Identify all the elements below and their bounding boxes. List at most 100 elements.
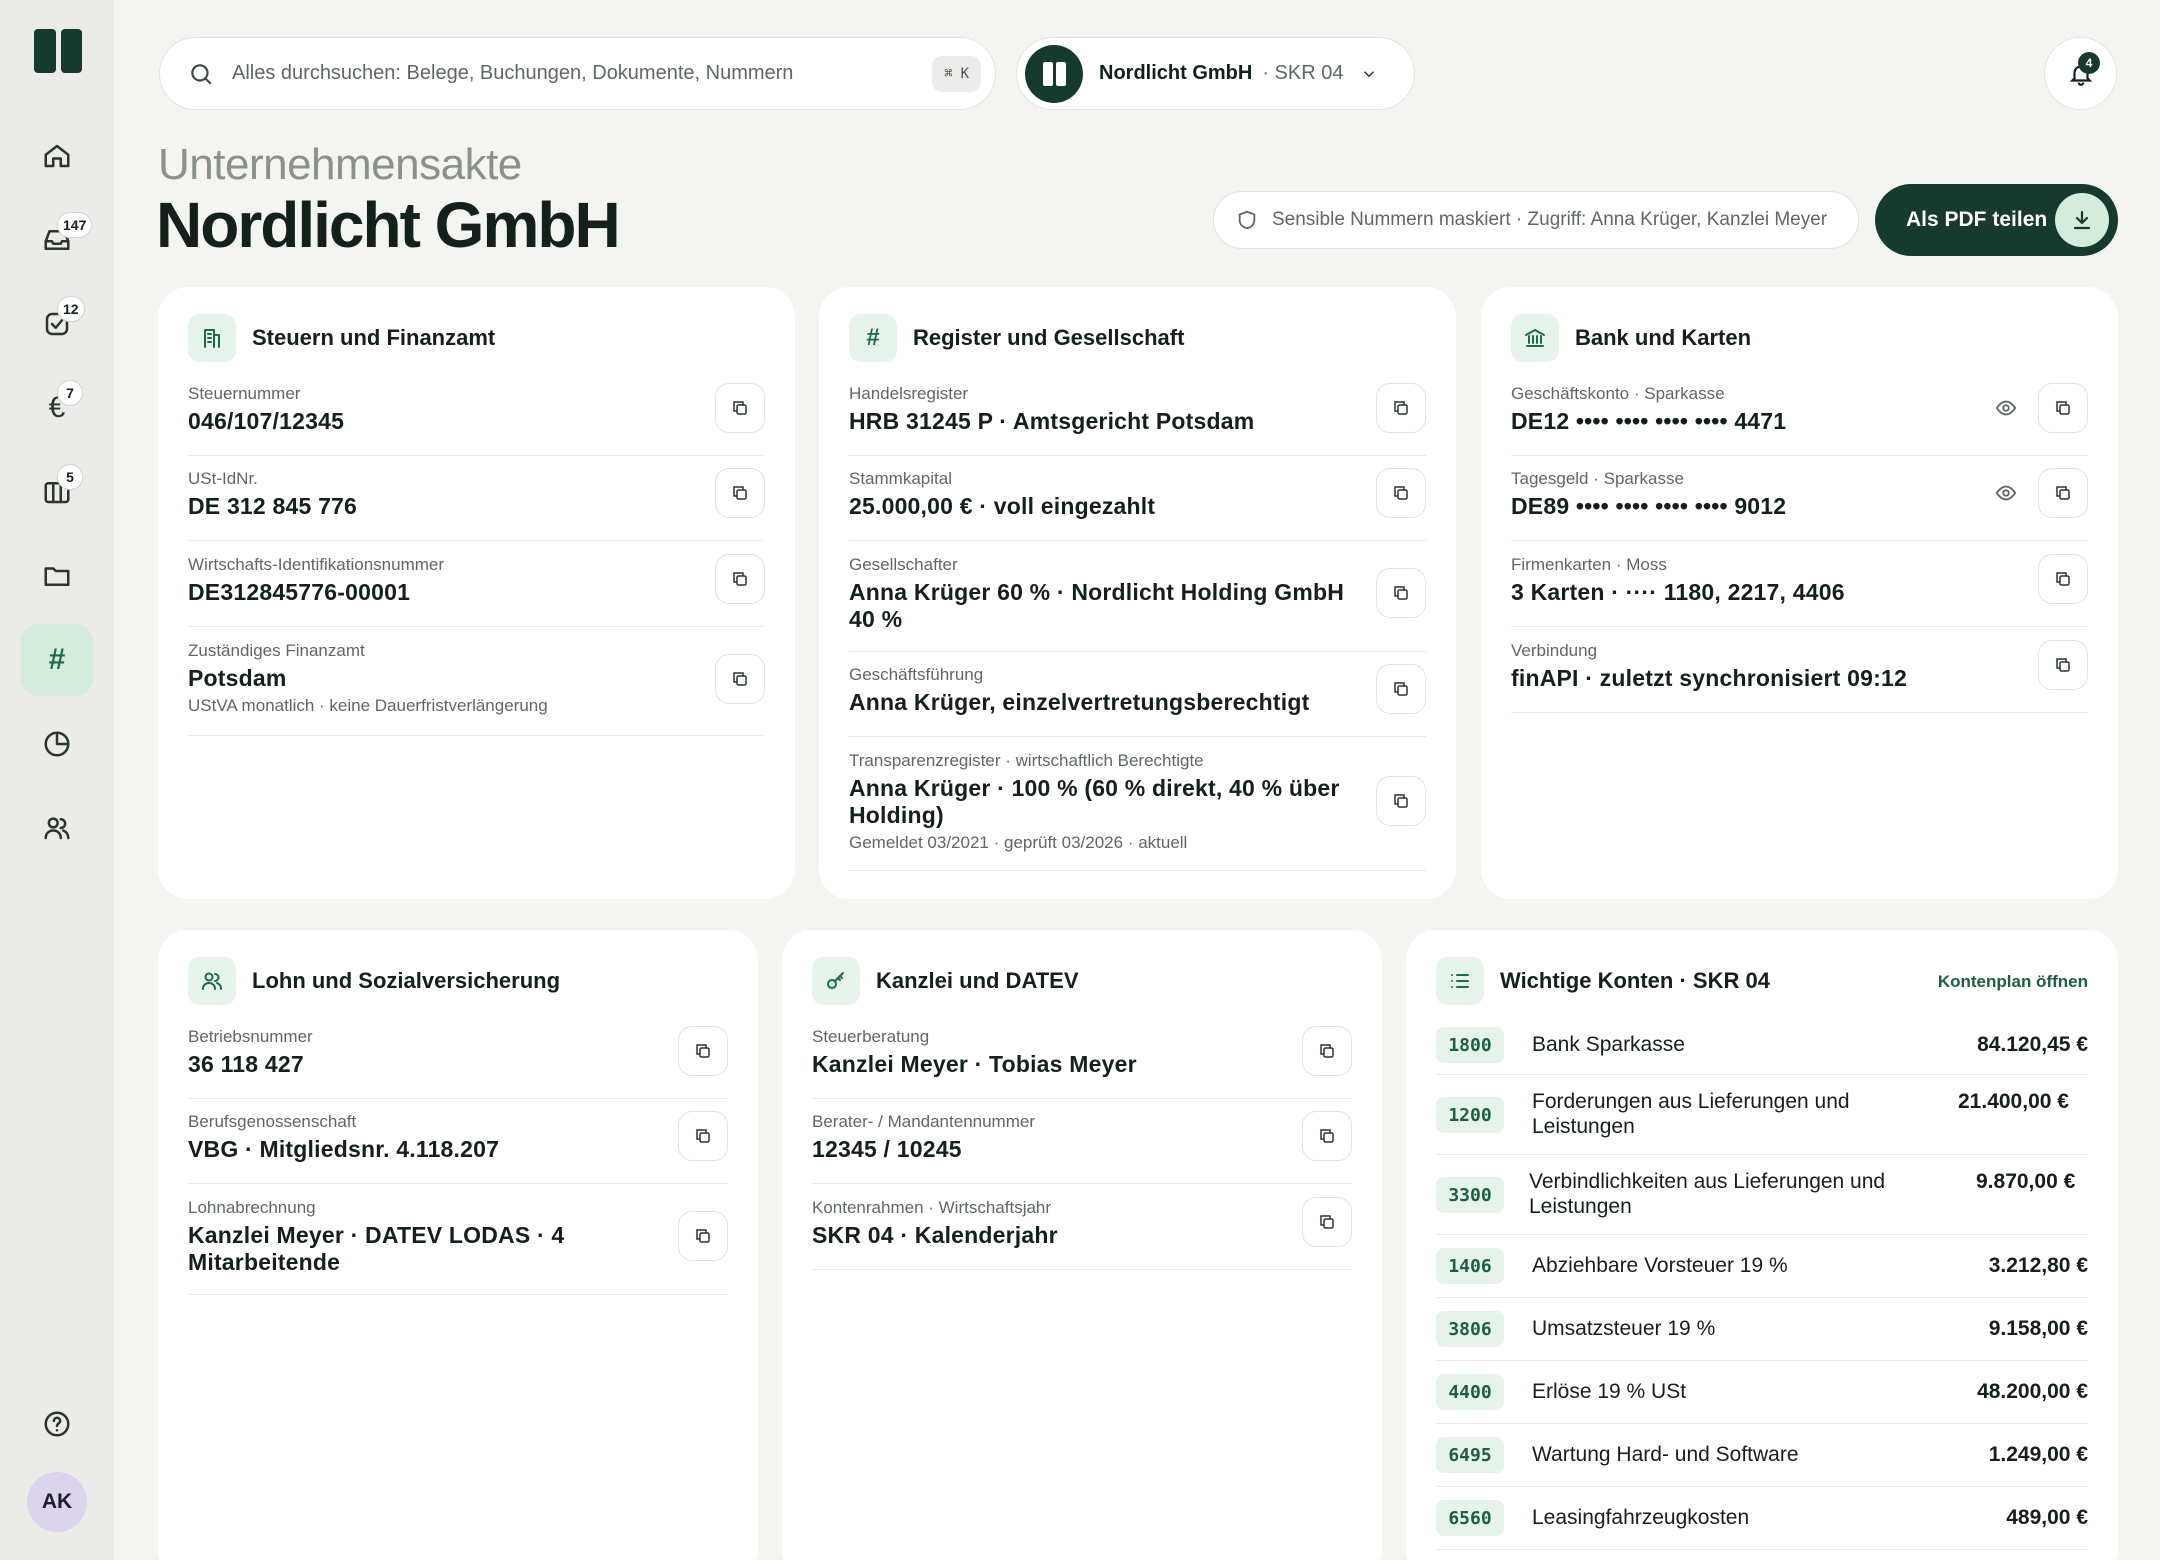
field-transparenzregister: Transparenzregister · wirtschaftlich Ber… (849, 750, 1426, 871)
account-name: Wartung Hard- und Software (1532, 1443, 1799, 1466)
company-file-nav-item[interactable]: # (21, 624, 93, 696)
account-row[interactable]: 6560 Leasingfahrzeugkosten 489,00 € (1436, 1487, 2088, 1550)
account-row[interactable]: 1200 Forderungen aus Lieferungen und Lei… (1436, 1075, 2088, 1155)
bank-card: Bank und Karten Geschäftskonto · Sparkas… (1481, 287, 2118, 899)
users-icon (44, 817, 70, 840)
account-row[interactable]: 4400 Erlöse 19 % USt 48.200,00 € (1436, 1361, 2088, 1424)
account-amount: 21.400,00 € (1958, 1090, 2069, 1113)
field-value: DE 312 845 776 (188, 493, 358, 519)
copy-button[interactable] (715, 654, 765, 704)
field-value: finAPI · zuletzt synchronisiert 09:12 (1511, 665, 1907, 691)
global-search[interactable]: Alles durchsuchen: Belege, Buchungen, Do… (159, 37, 996, 110)
field-value: DE312845776-00001 (188, 579, 411, 605)
copy-button[interactable] (715, 383, 765, 433)
page-eyebrow: Unternehmensakte (158, 140, 522, 189)
copy-button[interactable] (2038, 383, 2088, 433)
copy-button[interactable] (1376, 468, 1426, 518)
field-value: Kanzlei Meyer · Tobias Meyer (812, 1051, 1137, 1077)
copy-button[interactable] (2038, 640, 2088, 690)
app-logo[interactable] (34, 29, 82, 73)
account-row[interactable]: 1800 Bank Sparkasse 84.120,45 € (1436, 1018, 2088, 1075)
tasks-count-badge: 12 (57, 296, 85, 322)
field-label: Berater- / Mandantennummer (812, 1112, 1035, 1131)
copy-icon (1394, 586, 1408, 600)
share-pdf-button[interactable]: Als PDF teilen (1875, 184, 2118, 256)
account-row[interactable]: 3806 Umsatzsteuer 19 % 9.158,00 € (1436, 1298, 2088, 1361)
copy-icon (696, 1044, 710, 1058)
reveal-button[interactable] (1986, 383, 2026, 433)
user-avatar[interactable]: AK (27, 1472, 87, 1532)
copy-button[interactable] (715, 554, 765, 604)
shield-icon (1238, 210, 1256, 230)
field-wirtschafts-id: Wirtschafts-Identifikationsnummer DE3128… (188, 554, 765, 627)
field-value: 3 Karten · ···· 1180, 2217, 4406 (1511, 579, 1845, 605)
copy-button[interactable] (1302, 1111, 1352, 1161)
help-nav-item[interactable] (21, 1388, 93, 1460)
contacts-nav-item[interactable] (21, 792, 93, 864)
field-verbindung: Verbindung finAPI · zuletzt synchronisie… (1511, 640, 2088, 713)
account-row[interactable]: 6495 Wartung Hard- und Software 1.249,00… (1436, 1424, 2088, 1487)
copy-button[interactable] (1376, 383, 1426, 433)
copy-icon (733, 401, 747, 415)
field-value: Potsdam (188, 665, 287, 691)
field-betriebsnummer: Betriebsnummer 36 118 427 (188, 1026, 728, 1099)
tasks-nav-item[interactable]: 12 (21, 288, 93, 360)
account-amount: 48.200,00 € (1977, 1380, 2088, 1403)
account-row[interactable]: 3300 Verbindlichkeiten aus Lieferungen u… (1436, 1155, 2088, 1235)
inbox-count-badge: 147 (57, 212, 93, 238)
field-stammkapital: Stammkapital 25.000,00 € · voll eingezah… (849, 468, 1426, 541)
field-lohnabrechnung: Lohnabrechnung Kanzlei Meyer · DATEV LOD… (188, 1197, 728, 1295)
columns-nav-item[interactable]: 5 (21, 456, 93, 528)
users-icon (188, 957, 236, 1005)
inbox-nav-item[interactable]: 147 (21, 204, 93, 276)
copy-button[interactable] (1376, 568, 1426, 618)
download-icon (2055, 193, 2109, 247)
copy-button[interactable] (2038, 554, 2088, 604)
search-input[interactable]: Alles durchsuchen: Belege, Buchungen, Do… (232, 62, 793, 85)
reports-nav-item[interactable] (21, 708, 93, 780)
copy-button[interactable] (678, 1026, 728, 1076)
field-label: Stammkapital (849, 469, 952, 488)
copy-button[interactable] (2038, 468, 2088, 518)
account-amount: 9.870,00 € (1976, 1170, 2076, 1193)
documents-nav-item[interactable] (21, 540, 93, 612)
field-subtext: Gemeldet 03/2021 · geprüft 03/2026 · akt… (849, 833, 1188, 852)
copy-button[interactable] (715, 468, 765, 518)
copy-icon (733, 486, 747, 500)
field-label: Berufsgenossenschaft (188, 1112, 357, 1131)
notifications-button[interactable]: 4 (2044, 37, 2117, 110)
field-label: Handelsregister (849, 384, 969, 403)
account-number: 6560 (1436, 1500, 1504, 1536)
copy-icon (696, 1229, 710, 1243)
copy-icon (2056, 486, 2070, 500)
account-name: Forderungen aus Lieferungen und Leistung… (1532, 1090, 1850, 1138)
eye-icon (1995, 400, 2017, 416)
field-subtext: UStVA monatlich · keine Dauerfristverlän… (188, 696, 548, 715)
copy-button[interactable] (678, 1211, 728, 1261)
copy-button[interactable] (678, 1111, 728, 1161)
reveal-button[interactable] (1986, 468, 2026, 518)
field-value: SKR 04 · Kalenderjahr (812, 1222, 1058, 1248)
open-chart-of-accounts-link[interactable]: Kontenplan öffnen (1938, 972, 2088, 992)
account-name: Umsatzsteuer 19 % (1532, 1317, 1716, 1340)
copy-icon (733, 672, 747, 686)
field-value: Anna Krüger · 100 % (60 % direkt, 40 % ü… (849, 775, 1340, 828)
building-icon (188, 314, 236, 362)
register-card: # Register und Gesellschaft Handelsregis… (819, 287, 1456, 899)
copy-icon (1320, 1215, 1334, 1229)
field-label: USt-IdNr. (188, 469, 258, 488)
home-nav-item[interactable] (21, 120, 93, 192)
finance-nav-item[interactable]: € 7 (21, 372, 93, 444)
privacy-notice-text: Sensible Nummern maskiert · Zugriff: Ann… (1272, 209, 1828, 230)
copy-button[interactable] (1302, 1026, 1352, 1076)
copy-button[interactable] (1302, 1197, 1352, 1247)
field-value: 12345 / 10245 (812, 1136, 962, 1162)
copy-button[interactable] (1376, 776, 1426, 826)
copy-button[interactable] (1376, 664, 1426, 714)
company-switcher[interactable]: Nordlicht GmbH · SKR 04 (1016, 37, 1415, 110)
page-title: Nordlicht GmbH (156, 189, 621, 261)
account-row[interactable]: 1406 Abziehbare Vorsteuer 19 % 3.212,80 … (1436, 1235, 2088, 1298)
field-value: 046/107/12345 (188, 408, 345, 434)
chevron-down-icon (1363, 70, 1374, 77)
company-switcher-chart: · SKR 04 (1262, 62, 1344, 84)
